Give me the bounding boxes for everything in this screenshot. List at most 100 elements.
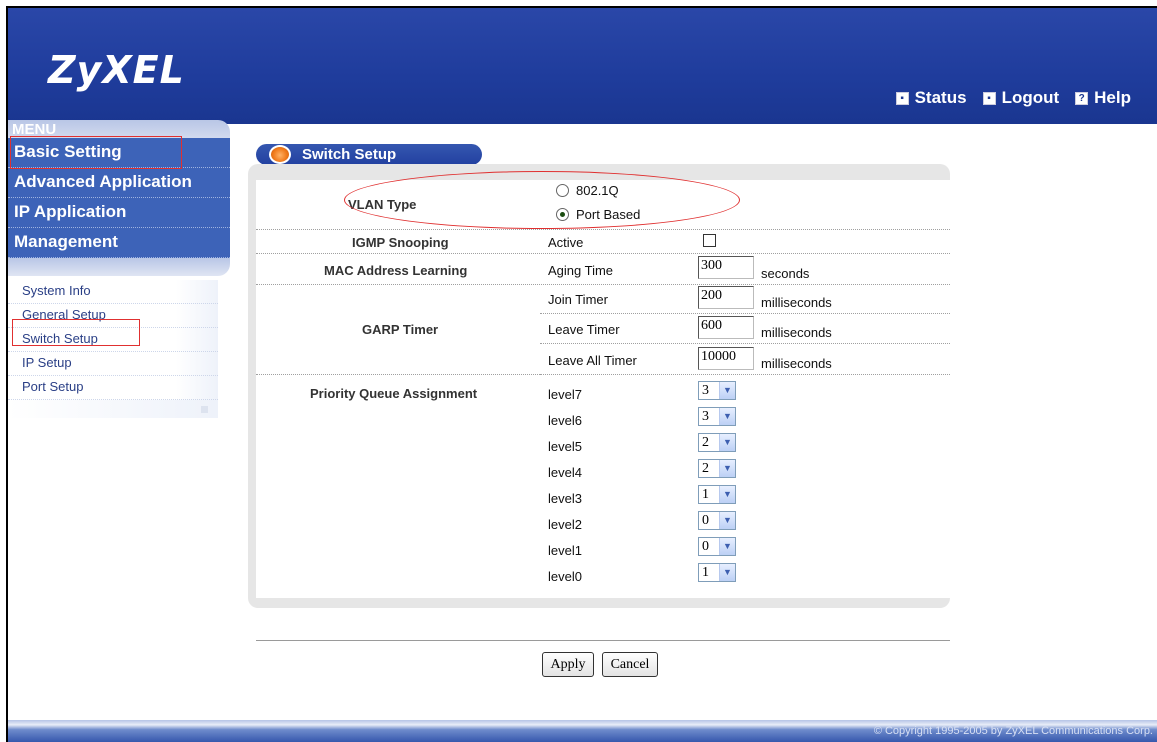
igmp-snooping-row: IGMP Snooping Active (256, 230, 950, 254)
level3-select[interactable]: 1 ▼ (698, 485, 736, 504)
vlan-port-based-label: Port Based (576, 207, 641, 222)
join-timer-unit: milliseconds (761, 295, 832, 310)
join-timer-input[interactable]: 200 (698, 286, 754, 309)
level7-select[interactable]: 3 ▼ (698, 381, 736, 400)
sub-item-switch-setup[interactable]: Switch Setup (8, 328, 218, 352)
join-timer-row: Join Timer 200 milliseconds (540, 285, 950, 314)
settings-table: VLAN Type 802.1Q Port Based IGMP Snoopin… (256, 180, 950, 598)
level0-value: 1 (702, 565, 709, 580)
level2-select[interactable]: 0 ▼ (698, 511, 736, 530)
chevron-down-icon: ▼ (719, 434, 735, 451)
igmp-snooping-label: IGMP Snooping (352, 235, 449, 250)
aging-time-unit: seconds (761, 266, 810, 281)
top-links: ▪ Status ▪ Logout ? Help (895, 88, 1131, 108)
copyright-text: © Copyright 1995-2005 by ZyXEL Communica… (873, 725, 1153, 737)
level5-label: level5 (548, 439, 582, 454)
sub-item-general-setup[interactable]: General Setup (8, 304, 218, 328)
level1-value: 0 (702, 539, 709, 554)
level3-label: level3 (548, 491, 582, 506)
scroll-dot-icon (201, 406, 208, 413)
chevron-down-icon: ▼ (719, 408, 735, 425)
menu-item-advanced-application[interactable]: Advanced Application (8, 168, 230, 198)
level5-value: 2 (702, 435, 709, 450)
level4-select[interactable]: 2 ▼ (698, 459, 736, 478)
sub-item-port-setup[interactable]: Port Setup (8, 376, 218, 400)
level6-label: level6 (548, 413, 582, 428)
submenu: System Info General Setup Switch Setup I… (8, 280, 218, 418)
igmp-active-label: Active (548, 235, 584, 250)
level3-value: 1 (702, 487, 709, 502)
leave-timer-row: Leave Timer 600 milliseconds (540, 314, 950, 344)
status-icon: ▪ (895, 91, 909, 105)
buttons-divider (256, 640, 950, 641)
main-menu: Basic Setting Advanced Application IP Ap… (8, 138, 230, 258)
header-bar: ZyXEL ▪ Status ▪ Logout ? Help (8, 8, 1157, 124)
garp-timer-label: GARP Timer (362, 322, 439, 337)
chevron-down-icon: ▼ (719, 382, 735, 399)
garp-divider (256, 374, 950, 375)
browser-frame: ZyXEL ▪ Status ▪ Logout ? Help MENU Basi… (6, 6, 1157, 742)
sub-item-system-info[interactable]: System Info (8, 280, 218, 304)
level1-select[interactable]: 0 ▼ (698, 537, 736, 556)
leave-all-timer-input[interactable]: 10000 (698, 347, 754, 370)
sub-item-ip-setup[interactable]: IP Setup (8, 352, 218, 376)
level6-select[interactable]: 3 ▼ (698, 407, 736, 426)
submenu-footer (8, 400, 218, 418)
vlan-8021q-label: 802.1Q (576, 183, 619, 198)
sidebar: MENU Basic Setting Advanced Application … (8, 120, 230, 690)
level1-label: level1 (548, 543, 582, 558)
leave-timer-unit: milliseconds (761, 325, 832, 340)
igmp-active-checkbox[interactable] (703, 234, 716, 247)
aging-time-input[interactable]: 300 (698, 256, 754, 279)
orange-bullet-icon (269, 145, 291, 164)
level5-select[interactable]: 2 ▼ (698, 433, 736, 452)
zyxel-logo: ZyXEL (48, 48, 185, 92)
help-link-label: Help (1094, 88, 1131, 107)
aging-time-label: Aging Time (548, 263, 614, 278)
menu-item-management[interactable]: Management (8, 228, 230, 258)
status-link[interactable]: ▪ Status (895, 88, 967, 108)
vlan-8021q-radio[interactable] (556, 184, 569, 197)
menu-footer (8, 258, 230, 276)
leave-all-timer-row: Leave All Timer 10000 milliseconds (540, 344, 950, 375)
status-link-label: Status (914, 88, 967, 107)
garp-timer-group: GARP Timer Join Timer 200 milliseconds L… (256, 285, 950, 375)
level7-label: level7 (548, 387, 582, 402)
vlan-port-based-radio[interactable] (556, 208, 569, 221)
priority-queue-label: Priority Queue Assignment (310, 386, 478, 401)
vlan-type-row: VLAN Type 802.1Q Port Based (256, 180, 950, 230)
mac-learning-label: MAC Address Learning (324, 263, 468, 278)
settings-panel: VLAN Type 802.1Q Port Based IGMP Snoopin… (248, 164, 950, 608)
menu-item-basic-setting[interactable]: Basic Setting (8, 138, 230, 168)
leave-all-timer-unit: milliseconds (761, 356, 832, 371)
level7-value: 3 (702, 383, 709, 398)
logout-link-label: Logout (1001, 88, 1060, 107)
logout-link[interactable]: ▪ Logout (982, 88, 1060, 108)
leave-timer-label: Leave Timer (548, 322, 620, 337)
level0-label: level0 (548, 569, 582, 584)
level6-value: 3 (702, 409, 709, 424)
leave-timer-input[interactable]: 600 (698, 316, 754, 339)
menu-item-ip-application[interactable]: IP Application (8, 198, 230, 228)
help-icon: ? (1075, 91, 1089, 105)
priority-queue-group: Priority Queue Assignment level7 3 ▼ leve… (256, 376, 950, 592)
level4-value: 2 (702, 461, 709, 476)
cancel-button[interactable]: Cancel (602, 652, 658, 677)
menu-title: MENU (8, 120, 230, 140)
level2-value: 0 (702, 513, 709, 528)
leave-all-timer-label: Leave All Timer (548, 353, 637, 368)
help-link[interactable]: ? Help (1075, 88, 1131, 108)
footer-bar: © Copyright 1995-2005 by ZyXEL Communica… (8, 720, 1157, 742)
chevron-down-icon: ▼ (719, 538, 735, 555)
level0-select[interactable]: 1 ▼ (698, 563, 736, 582)
mac-learning-row: MAC Address Learning Aging Time 300 seco… (256, 254, 950, 285)
logout-icon: ▪ (982, 91, 996, 105)
chevron-down-icon: ▼ (719, 564, 735, 581)
apply-button[interactable]: Apply (542, 652, 594, 677)
vlan-type-label: VLAN Type (348, 197, 417, 212)
join-timer-label: Join Timer (548, 292, 608, 307)
page-title: Switch Setup (302, 146, 397, 163)
level4-label: level4 (548, 465, 582, 480)
level2-label: level2 (548, 517, 582, 532)
chevron-down-icon: ▼ (719, 460, 735, 477)
